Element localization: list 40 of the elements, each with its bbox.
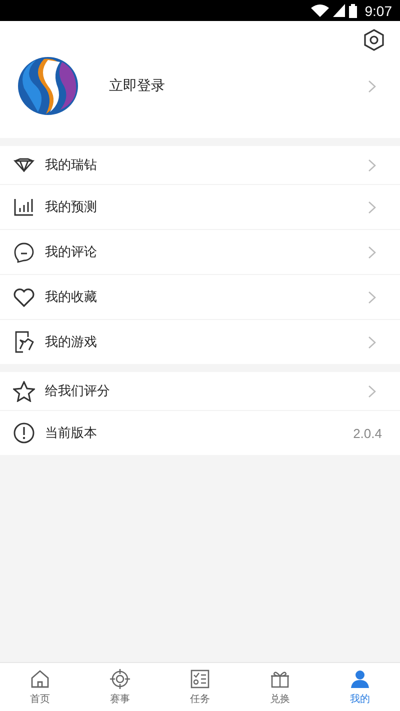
chevron-icon [368, 80, 376, 92]
heart-icon [13, 288, 35, 306]
login-label: 立即登录 [109, 77, 166, 95]
wifi-icon [310, 4, 329, 17]
checklist-icon [190, 668, 210, 688]
menu-label: 我的瑞钻 [45, 157, 98, 174]
tablet-hand-icon [13, 331, 35, 353]
signal-icon [332, 4, 345, 17]
menu-item[interactable]: 给我们评分 [0, 372, 400, 410]
home-icon [30, 668, 50, 688]
battery-icon [348, 4, 357, 18]
bar-chart-icon [13, 198, 35, 216]
menu-item[interactable]: 我的预测 [0, 184, 400, 229]
menu-label: 当前版本 [45, 425, 98, 442]
chevron-icon [368, 336, 376, 348]
menu-item[interactable]: 我的瑞钻 [0, 146, 400, 184]
menu-label: 我的评论 [45, 244, 98, 261]
info-icon [13, 422, 35, 444]
menu-item[interactable]: 我的评论 [0, 229, 400, 274]
status-time: 9:07 [364, 2, 392, 18]
chevron-icon [368, 384, 376, 398]
chevron-icon [368, 158, 376, 172]
menu-label: 我的收藏 [45, 289, 98, 306]
menu-label: 给我们评分 [45, 383, 111, 400]
diamond-icon [13, 158, 35, 172]
menu-item[interactable]: 我的收藏 [0, 274, 400, 319]
menu-label: 我的游戏 [45, 334, 98, 351]
comment-icon [13, 241, 35, 263]
chevron-icon [368, 290, 376, 304]
chevron-icon [368, 200, 376, 214]
app-logo [16, 54, 80, 118]
star-icon [13, 380, 35, 402]
chevron-icon [368, 246, 376, 258]
person-icon [350, 668, 370, 688]
menu-label: 我的预测 [45, 199, 98, 216]
menu-item[interactable]: 我的游戏 [0, 319, 400, 364]
crosshair-icon [110, 668, 130, 688]
menu-item[interactable]: 当前版本 2.0.4 [0, 410, 400, 455]
version-number: 2.0.4 [353, 426, 382, 440]
settings-icon[interactable] [363, 28, 385, 52]
